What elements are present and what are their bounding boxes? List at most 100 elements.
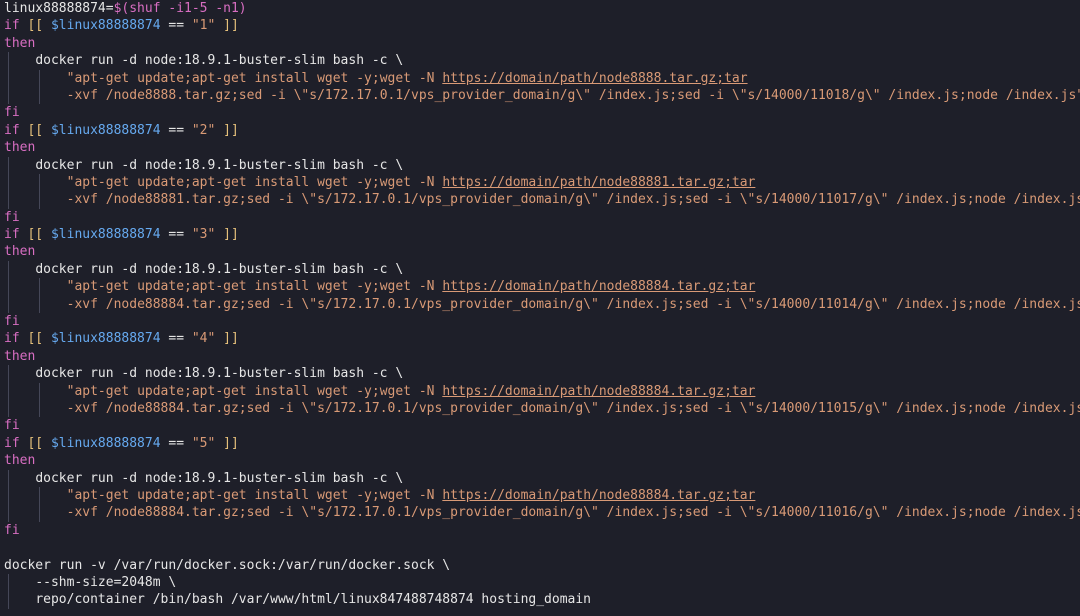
- url-link[interactable]: https://domain/path/node88884.tar.gz;tar: [442, 279, 755, 294]
- code-text: ==: [160, 18, 192, 34]
- indent-guide: [8, 86, 9, 105]
- keyword-token: then: [4, 348, 36, 364]
- string-token: "4": [191, 331, 216, 347]
- indent-guide: [8, 52, 9, 70]
- url-link[interactable]: https://domain/path/node88884.tar.gz;tar: [442, 488, 755, 503]
- keyword-token: then: [4, 35, 36, 51]
- variable-token: $linux88888874: [50, 331, 161, 347]
- code-line[interactable]: "apt-get update;apt-get install wget -y;…: [0, 173, 1080, 192]
- string-token: "apt-get update;apt-get install wget -y;…: [66, 487, 443, 503]
- code-line[interactable]: fi: [0, 522, 1080, 539]
- indent-guide: [8, 278, 9, 296]
- code-text: docker run -d node:18.9.1-buster-slim ba…: [35, 157, 404, 173]
- code-line[interactable]: if [[ $linux88888874 == "4" ]]: [0, 330, 1080, 347]
- string-token: -xvf /node88884.tar.gz;sed -i \"s/172.17…: [66, 296, 1080, 312]
- indent-guide: [8, 365, 9, 383]
- indent-guide: [8, 295, 9, 314]
- code-line[interactable]: if [[ $linux88888874 == "3" ]]: [0, 226, 1080, 243]
- command-substitution-token: $(shuf -i1-5 -n1): [113, 1, 247, 16]
- string-token: "1": [191, 18, 216, 34]
- code-line[interactable]: docker run -d node:18.9.1-buster-slim ba…: [0, 469, 1080, 487]
- code-line[interactable]: --shm-size=2048m \: [0, 573, 1080, 592]
- code-text: docker run -d node:18.9.1-buster-slim ba…: [35, 470, 404, 486]
- bracket-token: [[: [27, 227, 44, 243]
- code-line[interactable]: then: [0, 139, 1080, 156]
- indent-guide: [39, 191, 40, 209]
- code-line[interactable]: "apt-get update;apt-get install wget -y;…: [0, 382, 1080, 400]
- keyword-token: fi: [4, 418, 20, 434]
- code-line[interactable]: linux88888874=$(shuf -i1-5 -n1): [0, 0, 1080, 17]
- string-token: "apt-get update;apt-get install wget -y;…: [66, 174, 443, 190]
- bracket-token: [[: [27, 435, 44, 451]
- code-line[interactable]: "apt-get update;apt-get install wget -y;…: [0, 278, 1080, 296]
- indent-guide: [39, 382, 40, 400]
- indent-guide: [8, 399, 9, 418]
- keyword-token: then: [4, 453, 36, 469]
- indent-guide: [39, 69, 40, 87]
- indent-guide: [39, 295, 40, 314]
- code-line[interactable]: repo/container /bin/bash /var/www/html/l…: [0, 591, 1080, 609]
- code-line[interactable]: -xvf /node88884.tar.gz;sed -i \"s/172.17…: [0, 295, 1080, 314]
- keyword-token: then: [4, 244, 36, 260]
- code-text: --shm-size=2048m \: [35, 574, 177, 590]
- string-token: -xvf /node8888.tar.gz;sed -i \"s/172.17.…: [66, 87, 1080, 103]
- bracket-token: ]]: [223, 227, 239, 243]
- code-line[interactable]: docker run -v /var/run/docker.sock:/var/…: [0, 557, 1080, 574]
- code-line[interactable]: "apt-get update;apt-get install wget -y;…: [0, 69, 1080, 87]
- code-line[interactable]: if [[ $linux88888874 == "5" ]]: [0, 435, 1080, 452]
- code-line[interactable]: then: [0, 452, 1080, 469]
- code-line[interactable]: docker run -d node:18.9.1-buster-slim ba…: [0, 365, 1080, 383]
- string-token: -xvf /node88881.tar.gz;sed -i \"s/172.17…: [66, 192, 1080, 208]
- code-line[interactable]: -xvf /node88884.tar.gz;sed -i \"s/172.17…: [0, 504, 1080, 522]
- url-link[interactable]: https://domain/path/node88881.tar.gz;tar: [442, 175, 755, 190]
- code-line[interactable]: fi: [0, 209, 1080, 226]
- code-line[interactable]: if [[ $linux88888874 == "1" ]]: [0, 17, 1080, 34]
- bracket-token: [[: [27, 331, 44, 347]
- code-line[interactable]: [0, 539, 1080, 556]
- code-editor[interactable]: linux88888874=$(shuf -i1-5 -n1) if [[ $li…: [0, 0, 1080, 616]
- code-line[interactable]: then: [0, 243, 1080, 260]
- code-line[interactable]: -xvf /node88881.tar.gz;sed -i \"s/172.17…: [0, 191, 1080, 209]
- string-token: "apt-get update;apt-get install wget -y;…: [66, 70, 443, 86]
- url-link[interactable]: https://domain/path/node8888.tar.gz;tar: [442, 71, 747, 86]
- code-text: linux88888874=: [4, 1, 114, 16]
- keyword-token: fi: [4, 209, 20, 225]
- code-text: docker run -d node:18.9.1-buster-slim ba…: [35, 53, 404, 69]
- indent-guide: [8, 173, 9, 192]
- keyword-token: if: [4, 122, 28, 138]
- indent-guide: [8, 504, 9, 522]
- bracket-token: [[: [27, 18, 44, 34]
- code-line[interactable]: fi: [0, 313, 1080, 330]
- code-line[interactable]: "apt-get update;apt-get install wget -y;…: [0, 486, 1080, 505]
- code-line[interactable]: then: [0, 35, 1080, 52]
- code-line[interactable]: docker run -d node:18.9.1-buster-slim ba…: [0, 52, 1080, 70]
- indent-guide: [8, 191, 9, 209]
- indent-guide: [8, 573, 9, 592]
- url-link[interactable]: https://domain/path/node88884.tar.gz;tar: [442, 384, 755, 399]
- code-line[interactable]: docker run -d node:18.9.1-buster-slim ba…: [0, 260, 1080, 279]
- string-token: "apt-get update;apt-get install wget -y;…: [66, 383, 443, 399]
- code-line[interactable]: fi: [0, 417, 1080, 434]
- code-line[interactable]: docker run -d node:18.9.1-buster-slim ba…: [0, 156, 1080, 174]
- code-line[interactable]: -xvf /node88884.tar.gz;sed -i \"s/172.17…: [0, 399, 1080, 418]
- keyword-token: fi: [4, 314, 20, 330]
- code-text: ==: [160, 122, 192, 138]
- code-line[interactable]: -xvf /node8888.tar.gz;sed -i \"s/172.17.…: [0, 86, 1080, 105]
- code-line[interactable]: if [[ $linux88888874 == "2" ]]: [0, 122, 1080, 139]
- bracket-token: ]]: [223, 435, 239, 451]
- indent-guide: [8, 469, 9, 487]
- code-line[interactable]: fi: [0, 104, 1080, 121]
- code-line[interactable]: then: [0, 348, 1080, 365]
- keyword-token: fi: [4, 105, 20, 121]
